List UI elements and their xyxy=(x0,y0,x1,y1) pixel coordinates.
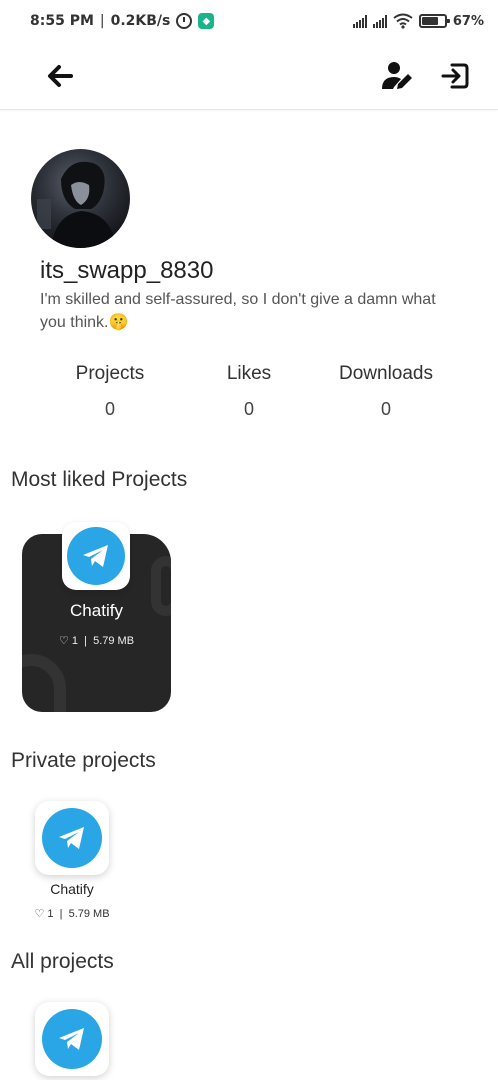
signal-icon xyxy=(352,14,367,28)
status-separator: | xyxy=(99,13,105,29)
stat-label: Downloads xyxy=(339,363,433,384)
section-title-most-liked: Most liked Projects xyxy=(11,468,188,491)
stat-value: 0 xyxy=(380,399,391,419)
stat-value: 0 xyxy=(104,399,115,419)
private-project-name: Chatify xyxy=(50,881,94,897)
stats-row: Projects 0 Likes 0 Downloads 0 xyxy=(0,363,498,433)
avatar xyxy=(31,149,130,248)
battery-percent: 67% xyxy=(452,13,484,29)
signal-icon-2 xyxy=(372,14,387,28)
logout-icon xyxy=(441,63,469,89)
username: its_swapp_8830 xyxy=(40,257,214,284)
featured-project-meta: ♡ 1 | 5.79 MB xyxy=(58,635,135,647)
all-project-icon-tile[interactable] xyxy=(35,1002,109,1076)
avatar-image xyxy=(37,161,117,248)
stat-label: Likes xyxy=(226,363,272,384)
wifi-icon xyxy=(393,13,413,29)
card-decoration xyxy=(22,654,66,712)
app-bar xyxy=(0,46,498,110)
arrow-left-icon xyxy=(48,65,73,87)
stat-projects: Projects 0 xyxy=(60,363,160,420)
private-project-meta: ♡ 1 | 5.79 MB xyxy=(34,908,110,920)
edit-user-icon xyxy=(382,62,412,89)
featured-project-name: Chatify xyxy=(70,601,123,620)
stat-label: Projects xyxy=(75,363,145,384)
status-time: 8:55 PM xyxy=(30,13,94,29)
logout-button[interactable] xyxy=(436,56,476,96)
telegram-icon xyxy=(67,527,125,585)
featured-project-icon-tile[interactable] xyxy=(62,522,130,590)
stat-value: 0 xyxy=(243,399,254,419)
status-left: 8:55 PM | 0.2KB/s ◆ xyxy=(30,13,215,29)
telegram-icon xyxy=(42,808,102,868)
section-title-private: Private projects xyxy=(11,749,156,772)
back-button[interactable] xyxy=(40,56,80,96)
bio: I'm skilled and self-assured, so I don't… xyxy=(40,291,436,331)
stat-downloads: Downloads 0 xyxy=(326,363,446,420)
battery-icon xyxy=(418,14,450,28)
stat-likes: Likes 0 xyxy=(199,363,299,420)
private-project-icon-tile[interactable] xyxy=(35,801,109,875)
telegram-icon xyxy=(42,1009,102,1069)
alarm-icon xyxy=(176,13,193,29)
section-title-all: All projects xyxy=(11,950,114,973)
status-bar: 8:55 PM | 0.2KB/s ◆ 67% xyxy=(0,0,498,46)
app-notification-icon: ◆ xyxy=(198,13,215,29)
status-right: 67% xyxy=(352,13,484,29)
network-speed: 0.2KB/s xyxy=(110,13,171,29)
edit-profile-button[interactable] xyxy=(378,56,418,96)
